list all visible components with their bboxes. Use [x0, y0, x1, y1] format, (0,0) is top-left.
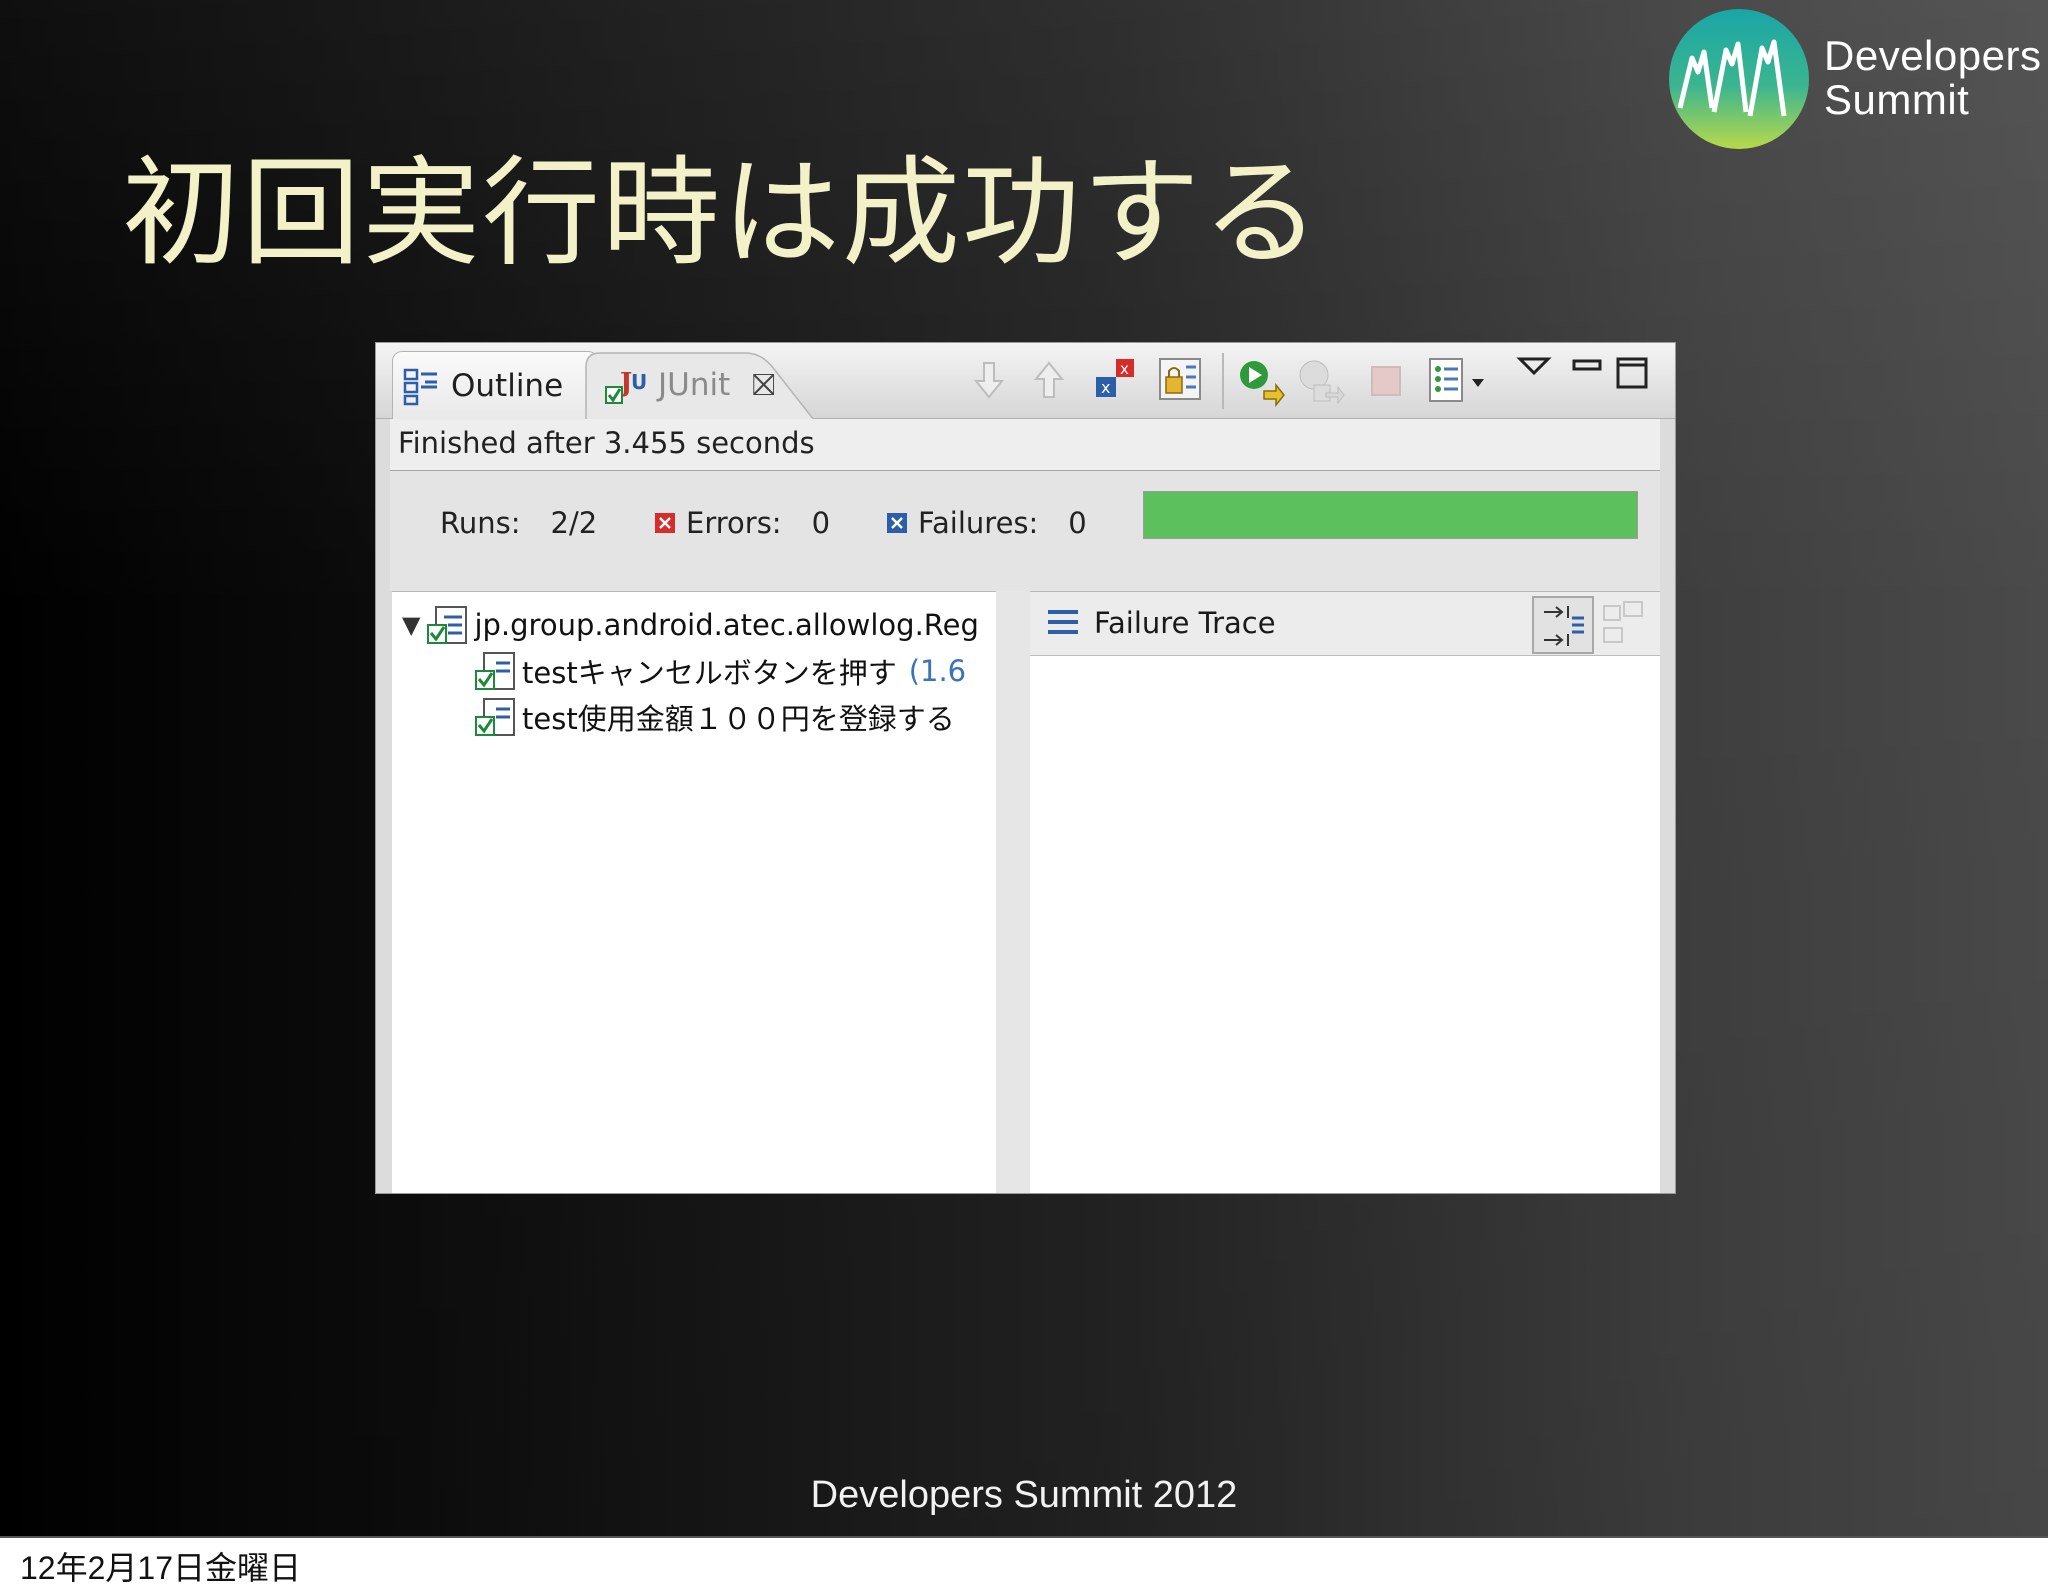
progress-fill [1144, 492, 1637, 538]
failures-value: 0 [1068, 506, 1087, 540]
logo-emblem-icon [1669, 9, 1809, 149]
test-label: testキャンセルボタンを押す [522, 656, 897, 690]
failures-label: Failures: [918, 506, 1039, 540]
svg-text:x: x [1101, 378, 1110, 397]
svg-text:x: x [1120, 360, 1129, 378]
pane-sash[interactable] [996, 591, 1030, 1193]
failure-trace-title: Failure Trace [1094, 606, 1276, 640]
outline-icon [401, 366, 441, 406]
logo-line-1: Developers [1824, 32, 2042, 79]
failure-trace-header: Failure Trace [1030, 592, 1660, 656]
filter-stack-icon[interactable] [1532, 596, 1594, 654]
junit-view-screenshot: Outline J U JUnit ⛝ x x Finished after 3… [375, 342, 1676, 1194]
toolbar-separator [1222, 353, 1224, 409]
failure-trace-pane: Failure Trace [1030, 591, 1660, 1193]
minimize-icon[interactable] [1566, 353, 1606, 383]
compare-result-icon[interactable] [1602, 600, 1646, 650]
slide-footer: Developers Summit 2012 [810, 1474, 1238, 1516]
test-pass-icon [475, 652, 515, 690]
runs-label: Runs: [440, 506, 521, 540]
junit-icon: J U [604, 365, 648, 405]
tab-outline-label: Outline [451, 367, 564, 404]
tab-junit-label: JUnit [658, 367, 731, 403]
test-progress-bar [1143, 491, 1638, 539]
svg-text:U: U [631, 370, 647, 394]
rerun-test-icon[interactable] [1236, 357, 1286, 407]
tab-junit[interactable]: J U JUnit ⛝ [584, 351, 784, 419]
error-icon [655, 513, 675, 533]
logo-wordmark: Developers Summit [1824, 34, 2041, 122]
tab-outline[interactable]: Outline [392, 351, 598, 419]
next-failure-icon[interactable] [972, 357, 1006, 401]
test-label: test使用金額１００円を登録する [522, 702, 955, 736]
suite-label: jp.group.android.atec.allowlog.Reg [474, 608, 979, 642]
date-caption: 12年2月17日金曜日 [20, 1550, 301, 1586]
tree-row-test[interactable]: testキャンセルボタンを押す (1.6 [474, 648, 966, 694]
scroll-lock-icon[interactable] [1158, 357, 1204, 403]
rerun-failed-first-icon[interactable] [1296, 357, 1346, 407]
runs-counter: Runs: 2/2 [440, 501, 597, 545]
show-failures-only-icon[interactable]: x x [1094, 357, 1138, 401]
tree-row-test[interactable]: test使用金額１００円を登録する [474, 694, 955, 740]
trace-list-icon [1048, 610, 1078, 634]
failures-counter: Failures: 0 [886, 501, 1087, 545]
maximize-icon[interactable] [1612, 353, 1652, 397]
test-run-history-icon[interactable] [1428, 357, 1492, 407]
test-suite-icon [427, 606, 468, 644]
previous-failure-icon[interactable] [1032, 357, 1066, 401]
view-menu-icon[interactable] [1514, 353, 1554, 383]
expand-arrow-icon[interactable]: ▼ [402, 611, 420, 639]
errors-counter: Errors: 0 [654, 501, 830, 545]
runs-value: 2/2 [550, 506, 598, 540]
slide: 初回実行時は成功する Developers Summit Outline J U… [0, 0, 2048, 1538]
test-time: (1.6 [908, 654, 967, 688]
developers-summit-logo: Developers Summit [1668, 8, 2041, 150]
slide-title: 初回実行時は成功する [122, 144, 1323, 282]
logo-line-2: Summit [1824, 76, 1970, 123]
errors-value: 0 [811, 506, 831, 540]
tree-row-suite[interactable]: ▼ jp.group.android.atec.allowlog.Reg [402, 602, 979, 648]
status-message: Finished after 3.455 seconds [390, 419, 1660, 471]
stop-icon[interactable] [1366, 357, 1406, 401]
errors-label: Errors: [686, 506, 782, 540]
failure-icon [887, 513, 907, 533]
test-pass-icon [475, 698, 515, 736]
close-icon[interactable]: ⛝ [752, 368, 775, 403]
test-tree: ▼ jp.group.android.atec.allowlog.Reg tes… [392, 591, 996, 1193]
view-tab-bar: Outline J U JUnit ⛝ x x [376, 343, 1675, 420]
